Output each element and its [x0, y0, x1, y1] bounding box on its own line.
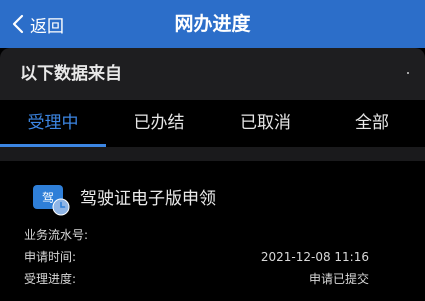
progress-row: 受理进度: 申请已提交: [24, 269, 369, 289]
status-tabs: 受理中 已办结 已取消 全部: [0, 100, 425, 148]
tab-in-progress[interactable]: 受理中: [0, 100, 106, 146]
application-card[interactable]: 驾 驾驶证电子版申领 业务流水号: 申请时间: 2021-12-08 11:16…: [0, 161, 425, 301]
tabs-separator: [0, 147, 425, 161]
progress-label: 受理进度:: [24, 272, 77, 286]
source-indicator-dot: [407, 72, 409, 74]
top-bar: 返回 网办进度: [0, 0, 425, 48]
tab-cancelled[interactable]: 已取消: [212, 100, 319, 146]
apply-time-value: 2021-12-08 11:16: [260, 250, 369, 264]
application-title[interactable]: 驾驶证电子版申领: [80, 185, 216, 213]
driver-license-icon: 驾: [32, 183, 72, 219]
page-title: 网办进度: [174, 13, 251, 35]
data-source-panel: 以下数据来自: [0, 48, 425, 100]
apply-time-label: 申请时间:: [24, 250, 77, 264]
apply-time-row: 申请时间: 2021-12-08 11:16: [24, 247, 369, 267]
tab-all[interactable]: 全部: [319, 100, 425, 146]
serial-number-label: 业务流水号:: [24, 228, 89, 242]
progress-value: 申请已提交: [308, 272, 369, 286]
driver-license-icon-glyph: 驾: [42, 191, 54, 205]
tab-completed[interactable]: 已办结: [106, 100, 212, 146]
data-source-label: 以下数据来自: [20, 64, 122, 84]
serial-number-row: 业务流水号:: [24, 225, 369, 245]
